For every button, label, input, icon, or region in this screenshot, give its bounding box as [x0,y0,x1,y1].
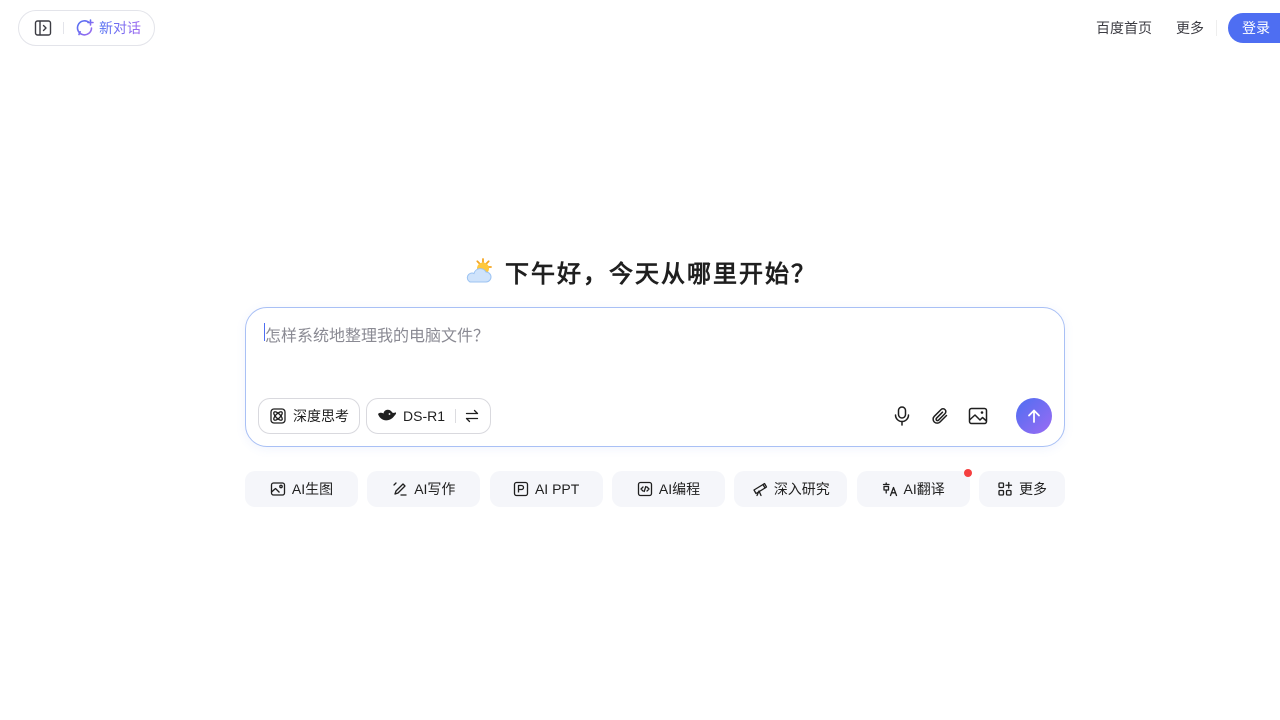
microphone-icon [894,406,910,426]
deep-think-toggle[interactable]: 深度思考 [258,398,360,434]
new-chat-button[interactable]: 新对话 [76,18,141,38]
chat-input-box[interactable]: 怎样系统地整理我的电脑文件？ 深度思考 DS-R1 [245,307,1065,447]
model-selector[interactable]: DS-R1 [366,398,492,434]
switch-arrows-icon [465,409,479,423]
greeting: 下午好，今天从哪里开始？ [0,254,1280,289]
upload-image-button[interactable] [964,398,992,434]
feature-label: AI编程 [658,481,701,497]
feature-label: AI翻译 [903,481,945,497]
toolbar-divider [63,22,64,34]
feature-label: 更多 [1018,481,1047,497]
input-tools-right [888,398,1052,434]
deep-think-label: 深度思考 [293,408,349,424]
sidebar-toggle-icon [34,20,52,36]
login-button[interactable]: 登录 [1228,13,1280,43]
feature-ai-translate[interactable]: AI翻译 [856,469,972,507]
new-badge-dot [963,469,972,477]
feature-label: 深入研究 [773,481,830,497]
feature-label: AI PPT [534,481,580,497]
top-right-nav: 百度首页 更多 登录 [1096,13,1280,43]
feature-label: AI写作 [414,481,456,497]
send-button[interactable] [1016,398,1052,434]
chat-input-placeholder[interactable]: 怎样系统地整理我的电脑文件？ [265,322,489,346]
sun-behind-cloud-icon [466,257,492,282]
top-left-toolbar: 新对话 [18,10,155,46]
feature-label: AI生图 [291,481,334,497]
translate-icon [882,482,897,497]
model-divider [455,409,457,423]
pen-icon [393,482,407,496]
greeting-text: 下午好，今天从哪里开始？ [505,261,817,288]
baidu-home-link[interactable]: 百度首页 [1096,18,1152,38]
input-tools-left: 深度思考 DS-R1 [258,398,492,434]
atom-icon [270,408,286,424]
telescope-icon [753,482,767,497]
paperclip-icon [932,408,948,424]
voice-input-button[interactable] [888,398,916,434]
sidebar-toggle-button[interactable] [31,16,55,40]
feature-more[interactable]: 更多 [978,471,1065,507]
new-chat-label: 新对话 [99,20,141,36]
feature-ai-writing[interactable]: AI写作 [367,471,481,507]
feature-ai-image[interactable]: AI生图 [245,471,358,507]
image-gen-icon [270,482,286,496]
model-label: DS-R1 [403,408,446,424]
feature-deep-research[interactable]: 深入研究 [734,471,848,507]
arrow-up-icon [1028,409,1040,423]
feature-ai-ppt[interactable]: AI PPT [489,471,603,507]
feature-bar: AI生图 AI写作 AI PPT AI编程 深入研究 AI翻译 更多 [245,469,1065,507]
code-icon [637,481,653,497]
image-icon [968,407,988,425]
nav-divider [1216,20,1217,36]
new-chat-icon [76,19,94,36]
deepseek-whale-icon [378,409,397,422]
more-link[interactable]: 更多 [1176,18,1204,38]
ppt-icon [513,481,529,497]
attach-file-button[interactable] [926,398,954,434]
feature-ai-coding[interactable]: AI编程 [611,471,725,507]
apps-icon [998,481,1013,496]
